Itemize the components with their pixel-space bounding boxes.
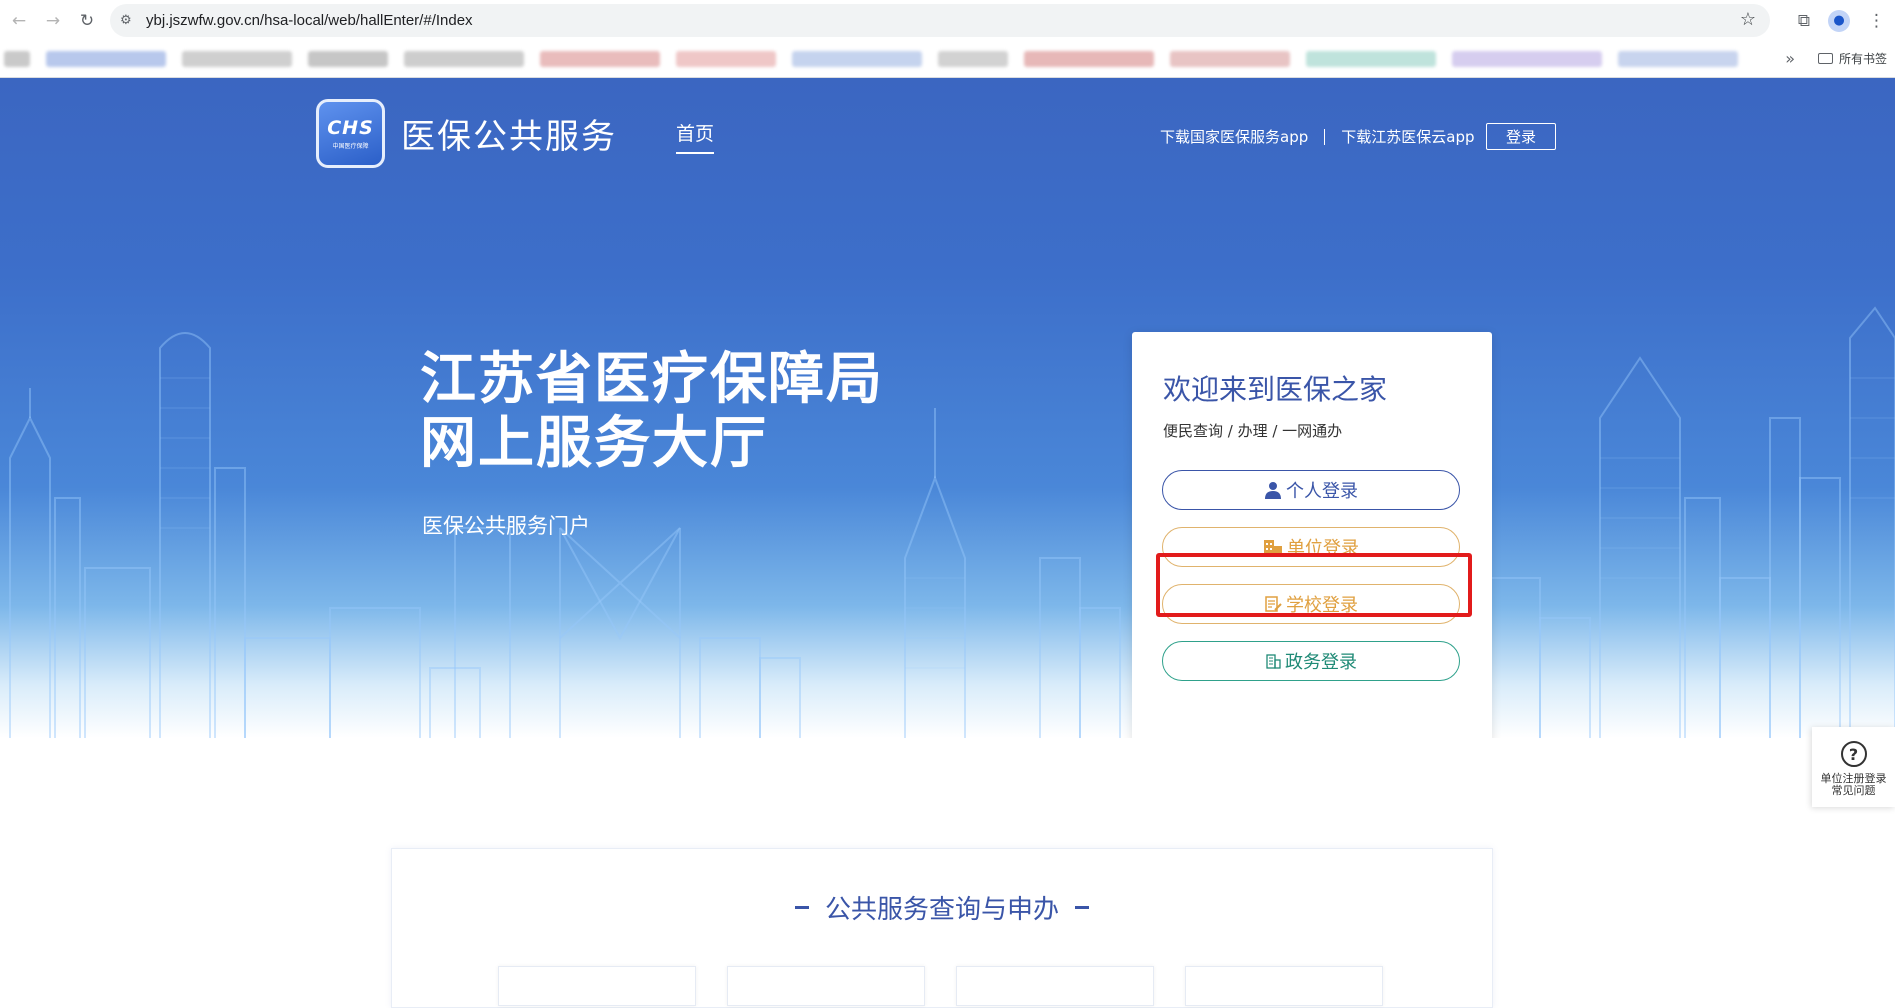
bookmark-item[interactable] [540, 51, 660, 67]
login-card-subtitle: 便民查询 / 办理 / 一网通办 [1163, 422, 1343, 440]
bookmarks-overflow-icon[interactable]: » [1785, 49, 1795, 68]
bookmark-item[interactable] [1618, 51, 1738, 67]
hero-banner: CHS 中国医疗保障 医保公共服务 首页 下载国家医保服务app 下载江苏医保云… [0, 78, 1895, 738]
highlight-annotation [1156, 553, 1472, 617]
download-national-app-link[interactable]: 下载国家医保服务app [1160, 126, 1308, 147]
title-dash-left [794, 906, 809, 909]
service-card[interactable] [1185, 966, 1383, 1006]
download-jiangsu-app-link[interactable]: 下载江苏医保云app [1341, 126, 1474, 147]
personal-login-label: 个人登录 [1286, 481, 1358, 502]
service-card[interactable] [956, 966, 1154, 1006]
folder-icon [1817, 53, 1833, 64]
reload-icon[interactable]: ↻ [70, 4, 104, 38]
help-widget-text: 单位注册登录 常见问题 [1821, 773, 1887, 797]
public-service-section: 公共服务查询与申办 [391, 848, 1493, 1008]
service-card[interactable] [727, 966, 925, 1006]
logo-text: CHS [327, 117, 374, 139]
chs-logo: CHS 中国医疗保障 [316, 99, 385, 168]
hero-title-line2: 网上服务大厅 [420, 411, 768, 476]
personal-login-button[interactable]: 个人登录 [1162, 470, 1460, 510]
person-icon [1265, 482, 1281, 499]
bookmark-item[interactable] [1170, 51, 1290, 67]
hero-title: 江苏省医疗保障局 网上服务大厅 [420, 348, 884, 476]
back-arrow-icon[interactable]: ← [2, 4, 36, 38]
city-skyline-illustration [9, 306, 1895, 738]
hero-title-line1: 江苏省医疗保障局 [420, 347, 884, 412]
forward-arrow-icon[interactable]: → [36, 4, 70, 38]
gov-login-label: 政务登录 [1285, 652, 1357, 673]
service-title-text: 公共服务查询与申办 [824, 895, 1059, 925]
question-icon: ? [1840, 741, 1867, 767]
hero-subtitle: 医保公共服务门户 [422, 514, 590, 538]
service-title: 公共服务查询与申办 [392, 889, 1492, 926]
header-login-button[interactable]: 登录 [1486, 123, 1556, 150]
nav-home-tab[interactable]: 首页 [676, 119, 715, 154]
bookmark-item[interactable] [404, 51, 524, 67]
menu-kebab-icon[interactable]: ⋮ [1868, 11, 1885, 31]
top-links: 下载国家医保服务app 下载江苏医保云app [1160, 126, 1475, 147]
all-bookmarks-folder[interactable]: 所有书签 [1817, 50, 1887, 67]
bookmark-item[interactable] [676, 51, 776, 67]
help-line2: 常见问题 [1831, 784, 1876, 797]
bookmark-item[interactable] [1024, 51, 1154, 67]
gov-login-button[interactable]: 政务登录 [1162, 641, 1460, 681]
divider [1324, 128, 1326, 145]
bookmark-item[interactable] [1306, 51, 1436, 67]
bookmarks-bar: » 所有书签 [0, 41, 1895, 78]
bookmark-item[interactable] [182, 51, 292, 67]
bookmark-item[interactable] [792, 51, 922, 67]
bookmark-item[interactable] [4, 51, 30, 67]
url-text[interactable]: ybj.jszwfw.gov.cn/hsa-local/web/hallEnte… [146, 12, 473, 29]
brand-name: 医保公共服务 [401, 117, 617, 157]
site-info-icon[interactable]: ⚙ [120, 13, 140, 28]
address-bar[interactable]: ⚙ ybj.jszwfw.gov.cn/hsa-local/web/hallEn… [110, 4, 1770, 37]
browser-toolbar: ← → ↻ ⚙ ybj.jszwfw.gov.cn/hsa-local/web/… [0, 0, 1895, 41]
gov-building-icon [1266, 654, 1281, 669]
help-widget[interactable]: ? 单位注册登录 常见问题 [1812, 727, 1895, 807]
brand[interactable]: CHS 中国医疗保障 医保公共服务 [316, 99, 617, 168]
login-card-title: 欢迎来到医保之家 [1163, 373, 1388, 406]
bookmark-item[interactable] [308, 51, 388, 67]
bookmark-item[interactable] [46, 51, 166, 67]
bookmark-item[interactable] [1452, 51, 1602, 67]
login-card: 欢迎来到医保之家 便民查询 / 办理 / 一网通办 个人登录 单位登录 学校登录… [1132, 332, 1492, 738]
logo-subtext: 中国医疗保障 [332, 143, 369, 150]
bookmark-star-icon[interactable]: ☆ [1740, 9, 1756, 30]
bookmark-item[interactable] [938, 51, 1008, 67]
title-dash-right [1075, 906, 1089, 909]
all-bookmarks-label: 所有书签 [1838, 52, 1887, 66]
service-card[interactable] [498, 966, 696, 1006]
profile-avatar-icon[interactable]: ● [1828, 9, 1850, 32]
extensions-icon[interactable]: ⧉ [1798, 11, 1810, 31]
